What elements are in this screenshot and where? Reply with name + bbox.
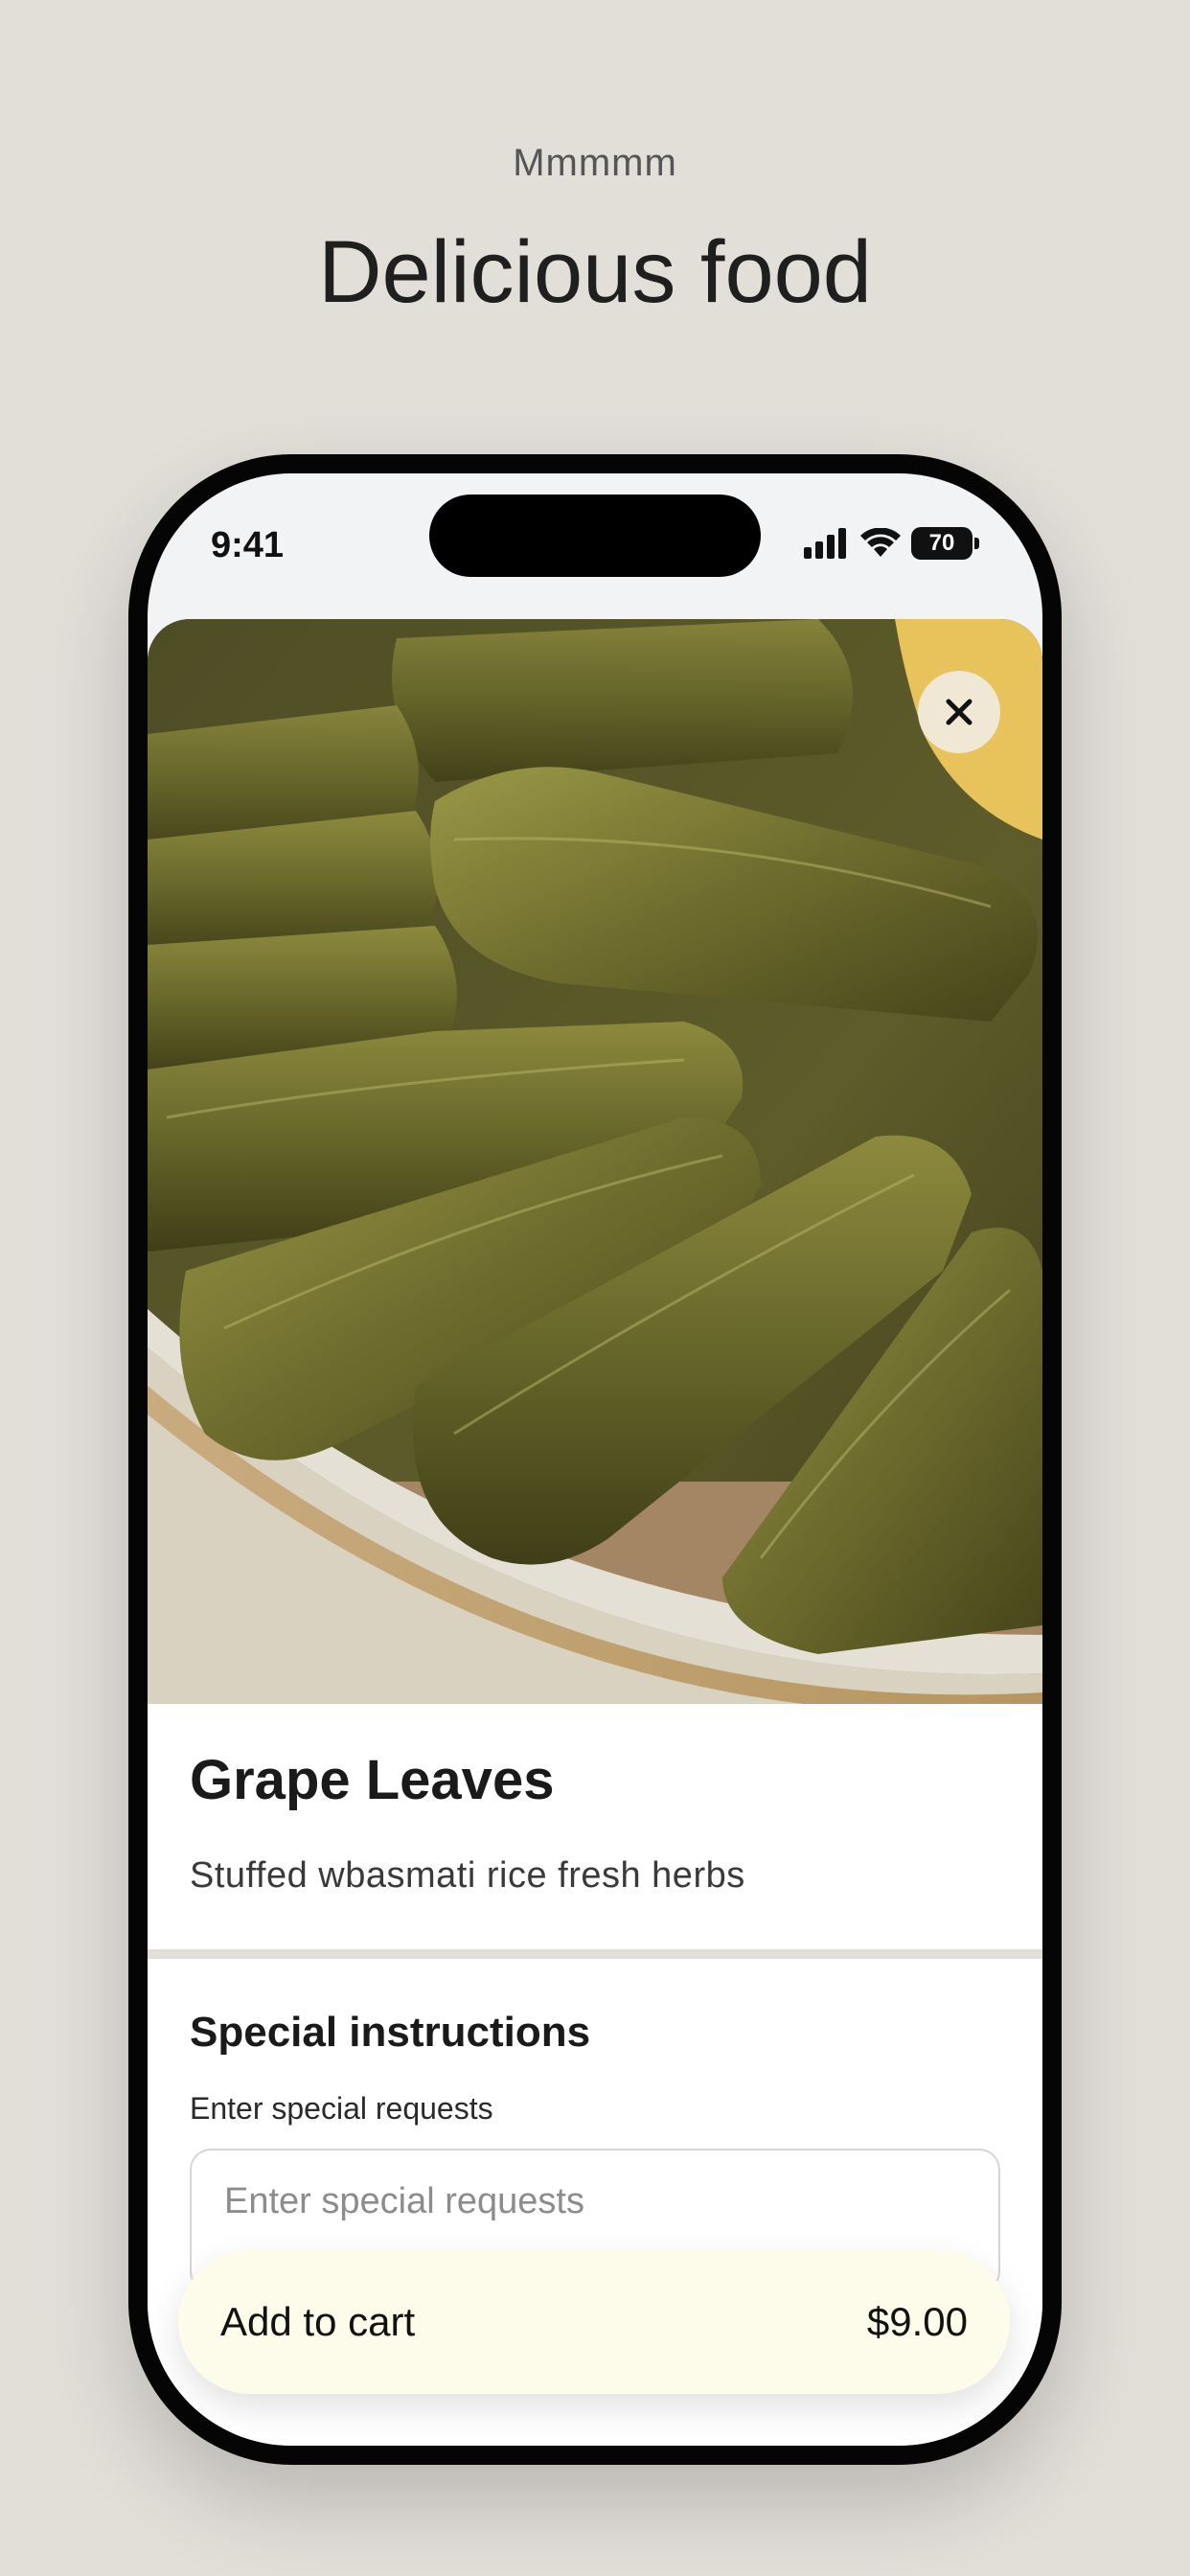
special-instructions-title: Special instructions: [190, 2009, 591, 2056]
add-to-cart-button[interactable]: Add to cart $9.00: [178, 2250, 1010, 2394]
battery-level: 70: [911, 527, 973, 560]
status-icons: 70: [802, 527, 979, 560]
close-icon: [946, 699, 973, 725]
item-title: Grape Leaves: [190, 1749, 555, 1811]
add-to-cart-label: Add to cart: [220, 2299, 416, 2344]
phone-screen: 9:41 70 Grape Leaves Stuffed wbasmati ri…: [148, 473, 1042, 2446]
item-description: Stuffed wbasmati rice fresh herbs: [190, 1855, 745, 1896]
page-headline: Delicious food: [318, 223, 872, 321]
dynamic-island: [429, 494, 761, 577]
wifi-icon: [860, 528, 901, 557]
cart-price: $9.00: [866, 2299, 968, 2344]
food-photo: [148, 619, 1042, 1704]
eyebrow-text: Mmmmm: [513, 142, 677, 184]
special-requests-label: Enter special requests: [190, 2091, 493, 2126]
close-button[interactable]: [918, 671, 1000, 753]
item-sheet: Grape Leaves Stuffed wbasmati rice fresh…: [148, 619, 1042, 2446]
battery-icon: 70: [911, 527, 979, 560]
status-time: 9:41: [211, 525, 285, 565]
grape-leaves-image: [148, 619, 1042, 1704]
battery-cap: [974, 538, 979, 549]
signal-icon: [804, 528, 846, 559]
status-bar: 9:41 70: [148, 473, 1042, 617]
section-divider: [148, 1949, 1042, 1959]
phone-frame: 9:41 70 Grape Leaves Stuffed wbasmati ri…: [128, 454, 1062, 2465]
